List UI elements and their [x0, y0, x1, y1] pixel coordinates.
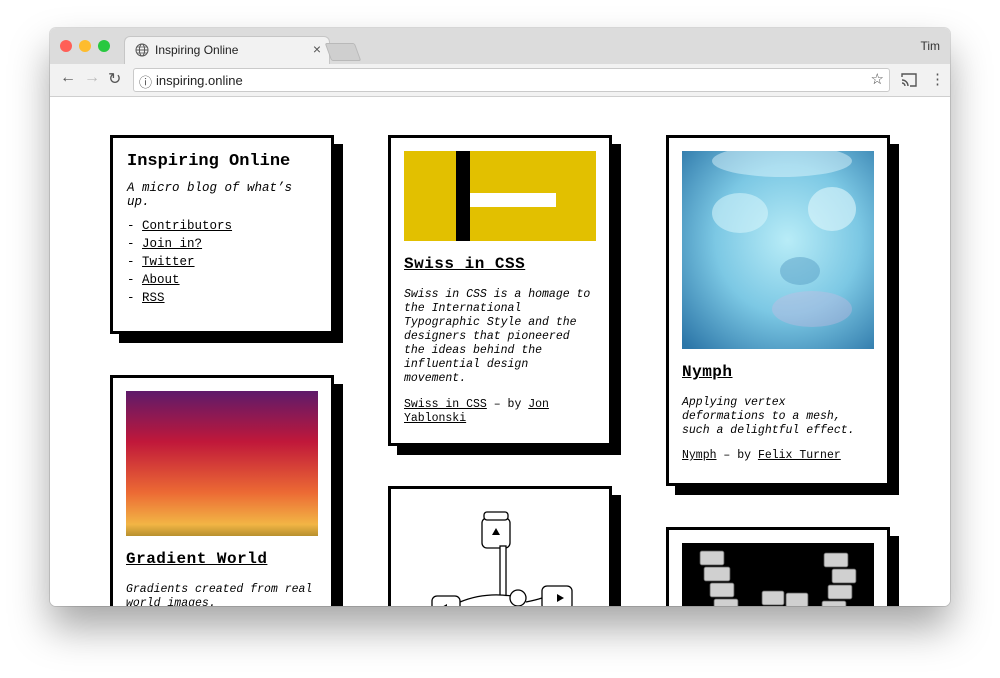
browser-menu-icon[interactable]: ⋮: [930, 70, 945, 88]
minimize-window-button[interactable]: [79, 40, 91, 52]
post-credit: Nymph – by Felix Turner: [682, 449, 874, 463]
blocks-thumbnail[interactable]: [682, 543, 874, 606]
post-description: Gradients created from real world images…: [126, 583, 313, 606]
browser-window: Inspiring Online × Tim ← → ↻ ⓘ inspiring…: [50, 28, 950, 606]
nav-link-contributors[interactable]: Contributors: [142, 219, 232, 233]
back-button[interactable]: ←: [60, 69, 76, 87]
nav-link-twitter[interactable]: Twitter: [142, 255, 195, 269]
post-title[interactable]: Gradient World: [126, 550, 318, 568]
nav-link-rss[interactable]: RSS: [142, 291, 165, 305]
nav-item: - Join in?: [127, 237, 203, 251]
by-label: – by: [723, 449, 752, 462]
bookmark-star-icon[interactable]: ☆: [871, 70, 884, 88]
forward-button[interactable]: →: [84, 69, 100, 87]
post-card-gradient-world: Gradient World Gradients created from re…: [110, 375, 334, 606]
new-tab-button[interactable]: [324, 43, 362, 61]
robot-thumbnail[interactable]: [404, 502, 596, 606]
swiss-thumbnail[interactable]: [404, 151, 596, 241]
reload-button[interactable]: ↻: [108, 69, 121, 89]
close-window-button[interactable]: [60, 40, 72, 52]
site-title: Inspiring Online: [127, 152, 291, 171]
author-link[interactable]: Felix Turner: [758, 449, 841, 462]
post-credit: Swiss in CSS – by Jon Yablonski: [404, 398, 596, 426]
post-link[interactable]: Swiss in CSS: [404, 398, 487, 411]
post-card-robot: [388, 486, 612, 606]
nymph-thumbnail[interactable]: [682, 151, 874, 349]
site-info-card: Inspiring Online A micro blog of what’s …: [110, 135, 334, 334]
browser-toolbar: ← → ↻ ⓘ inspiring.online ☆ ⋮: [50, 64, 950, 97]
tab-bar: Inspiring Online × Tim: [50, 28, 950, 64]
site-tagline: A micro blog of what’s up.: [127, 181, 293, 209]
close-tab-icon[interactable]: ×: [313, 41, 321, 57]
nav-link-about[interactable]: About: [142, 273, 180, 287]
gradient-thumbnail[interactable]: [126, 391, 318, 536]
post-card-nymph: Nymph Applying vertex deformations to a …: [666, 135, 890, 486]
browser-tab[interactable]: Inspiring Online ×: [124, 36, 330, 64]
site-nav: - Contributors - Join in? - Twitter - Ab…: [127, 217, 317, 307]
nav-link-join[interactable]: Join in?: [142, 237, 202, 251]
page-content: Inspiring Online A micro blog of what’s …: [50, 97, 950, 606]
globe-icon: [135, 43, 149, 57]
nav-item: - About: [127, 273, 180, 287]
cast-icon[interactable]: [901, 73, 917, 87]
info-icon[interactable]: ⓘ: [139, 72, 152, 91]
profile-name[interactable]: Tim: [920, 39, 940, 53]
post-link[interactable]: Nymph: [682, 449, 717, 462]
post-title[interactable]: Nymph: [682, 363, 874, 381]
nav-item: - Contributors: [127, 219, 233, 233]
url-text: inspiring.online: [156, 73, 243, 88]
post-description: Swiss in CSS is a homage to the Internat…: [404, 288, 591, 385]
maximize-window-button[interactable]: [98, 40, 110, 52]
post-description: Applying vertex deformations to a mesh, …: [682, 396, 855, 437]
nav-item: - Twitter: [127, 255, 195, 269]
tab-title: Inspiring Online: [155, 43, 239, 57]
address-bar[interactable]: ⓘ inspiring.online ☆: [133, 68, 890, 92]
nav-item: - RSS: [127, 291, 165, 305]
by-label: – by: [493, 398, 522, 411]
post-title[interactable]: Swiss in CSS: [404, 255, 596, 273]
post-card-swiss: Swiss in CSS Swiss in CSS is a homage to…: [388, 135, 612, 446]
post-card-blocks: [666, 527, 890, 606]
